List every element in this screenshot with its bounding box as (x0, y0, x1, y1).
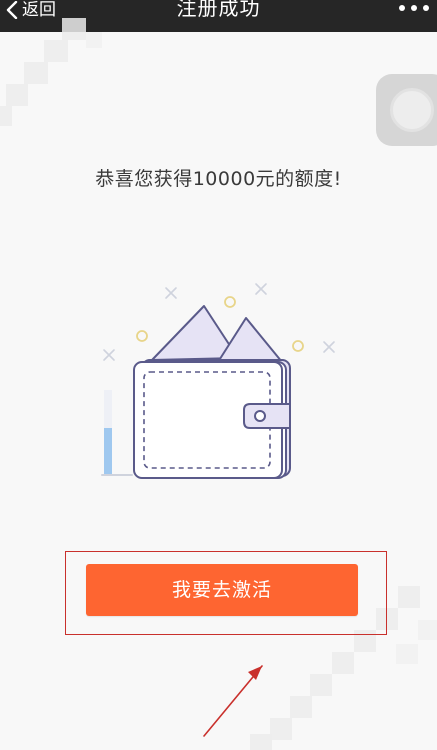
more-button[interactable] (399, 2, 429, 14)
more-dot-icon (399, 5, 405, 11)
wallet-illustration (101, 283, 335, 479)
arrow-up-right-icon (203, 665, 263, 737)
page-title: 注册成功 (176, 0, 261, 20)
progress-bar-track (104, 390, 112, 428)
congratulation-message: 恭喜您获得10000元的额度! (95, 168, 342, 190)
assistive-touch-icon (390, 88, 434, 132)
registration-success-screen: 返回 注册成功 恭喜您获得10000元的额度! 我要去激活 (0, 0, 437, 750)
wallet-button-icon (254, 410, 266, 422)
wallet-clasp (243, 403, 291, 429)
activate-button[interactable]: 我要去激活 (86, 564, 358, 616)
more-dot-icon (411, 5, 417, 11)
assistive-touch-button[interactable] (376, 74, 437, 146)
more-dot-icon (423, 5, 429, 11)
progress-bar-decoration (104, 428, 112, 474)
card-icon (217, 317, 283, 363)
